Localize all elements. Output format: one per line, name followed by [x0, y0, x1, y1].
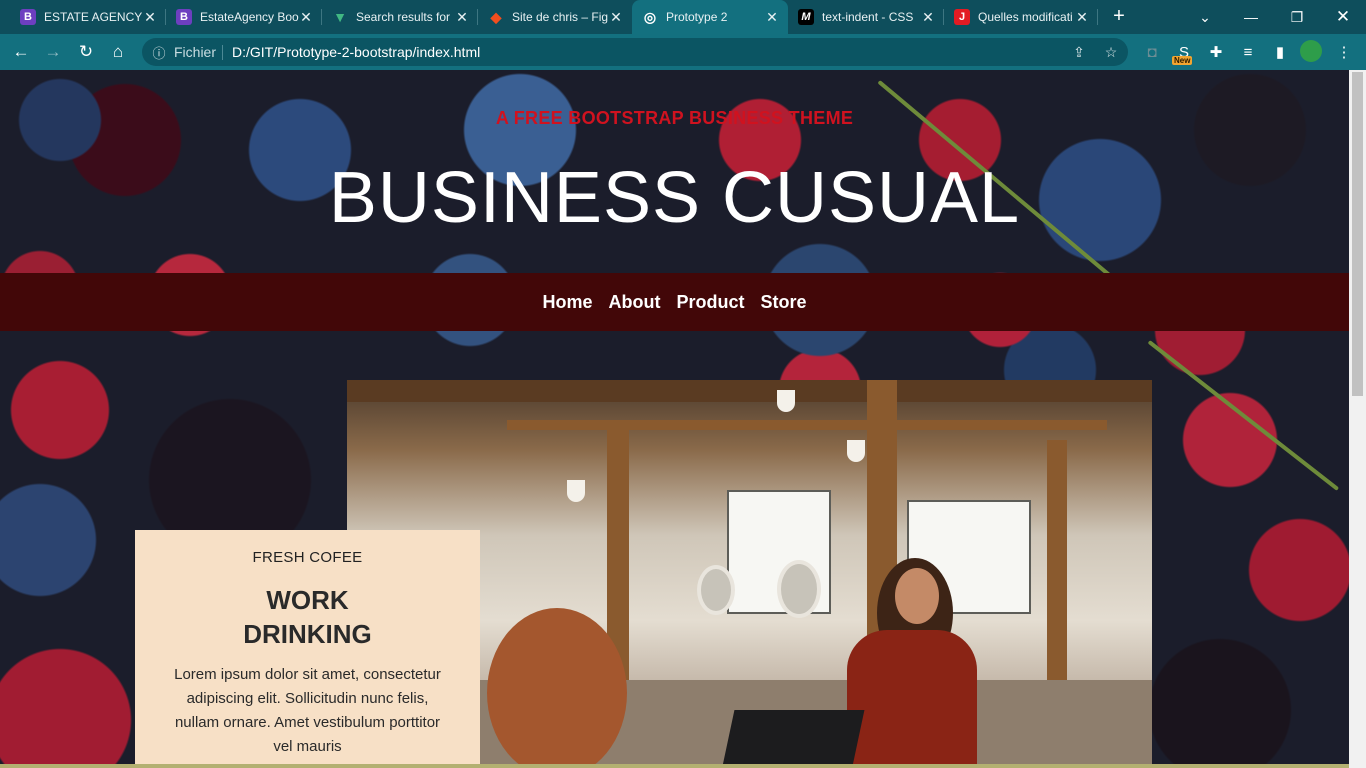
scrollbar-thumb[interactable] [1352, 72, 1363, 396]
side-panel-icon[interactable]: ▮ [1268, 40, 1292, 64]
tab-estateagency-boo[interactable]: B EstateAgency Boo ✕ [166, 0, 322, 34]
address-divider [222, 45, 223, 60]
browser-toolbar: ← → ↻ ⌂ ⓘ Fichier D:/GIT/Prototype-2-boo… [0, 34, 1366, 70]
close-tab-icon[interactable]: ✕ [920, 9, 936, 25]
card-heading: WORK DRINKING [243, 585, 372, 649]
extensions-puzzle-icon[interactable]: ✚ [1204, 40, 1228, 64]
share-icon[interactable]: ⇪ [1070, 43, 1088, 61]
tab-title: text-indent - CSS [822, 10, 914, 24]
close-tab-icon[interactable]: ✕ [764, 9, 780, 25]
bookmark-star-icon[interactable]: ☆ [1102, 43, 1120, 61]
pendant-lamp [777, 390, 795, 412]
intro-card: FRESH COFEE WORK DRINKING Lorem ipsum do… [135, 530, 480, 768]
tab-search-chevron-icon[interactable]: ⌄ [1182, 0, 1228, 34]
address-bar[interactable]: ⓘ Fichier D:/GIT/Prototype-2-bootstrap/i… [142, 38, 1128, 66]
restore-icon[interactable]: ❐ [1274, 0, 1320, 34]
tab-quelles-modifications[interactable]: J Quelles modificati ✕ [944, 0, 1098, 34]
close-tab-icon[interactable]: ✕ [142, 9, 158, 25]
nav-store-link[interactable]: Store [761, 292, 807, 313]
back-arrow-icon[interactable]: ← [9, 40, 33, 64]
nav-about-link[interactable]: About [609, 292, 661, 313]
salon-mirror [697, 565, 735, 615]
tab-prototype-2[interactable]: ◎ Prototype 2 ✕ [632, 0, 788, 34]
bottom-edge [0, 764, 1349, 768]
card-body-text: Lorem ipsum dolor sit amet, consectetur … [174, 666, 441, 755]
tab-title: Search results for [356, 10, 451, 24]
tab-title: EstateAgency Boo [200, 10, 299, 24]
tab-text-indent[interactable]: M text-indent - CSS ✕ [788, 0, 944, 34]
site-brand-title: BUSINESS CUSUAL [328, 158, 1021, 238]
nav-home-link[interactable]: Home [542, 292, 592, 313]
tab-estate-agency[interactable]: B ESTATE AGENCY ✕ [10, 0, 166, 34]
vine-decoration [1147, 340, 1340, 491]
close-tab-icon[interactable]: ✕ [454, 9, 470, 25]
salon-mirror [777, 560, 821, 618]
profile-avatar[interactable] [1300, 40, 1322, 62]
forward-arrow-icon[interactable]: → [41, 40, 65, 64]
new-tab-icon[interactable]: + [1108, 5, 1130, 27]
home-icon[interactable]: ⌂ [106, 40, 130, 64]
woman-red-sweater [847, 630, 977, 768]
site-subtitle: A FREE BOOTSTRAP BUSINESS THEME [495, 108, 854, 128]
tab-search-results[interactable]: ▼ Search results for ✕ [322, 0, 478, 34]
minimize-icon[interactable]: — [1228, 0, 1274, 34]
tab-title: Quelles modificati [978, 10, 1073, 24]
reading-list-icon[interactable]: ≡ [1236, 40, 1260, 64]
site-info-icon[interactable]: ⓘ [150, 43, 168, 61]
laptop [719, 710, 865, 768]
mdn-favicon-icon: M [798, 9, 814, 25]
ceiling [347, 380, 1152, 402]
close-tab-icon[interactable]: ✕ [1074, 9, 1090, 25]
wood-beam [507, 420, 1107, 430]
url-text[interactable]: D:/GIT/Prototype-2-bootstrap/index.html [232, 44, 480, 60]
tab-figma[interactable]: ◆ Site de chris – Fig ✕ [478, 0, 632, 34]
bootstrap-favicon-icon: B [20, 9, 36, 25]
new-badge: New [1172, 56, 1193, 65]
nav-product-link[interactable]: Product [676, 292, 744, 313]
extension-robot-icon[interactable]: ◘ [1140, 40, 1164, 64]
page-scrollbar[interactable] [1349, 70, 1366, 768]
customer-hair [487, 608, 627, 768]
figma-favicon-icon: ◆ [490, 8, 502, 25]
tab-title: Prototype 2 [666, 10, 728, 24]
bootstrap-favicon-icon: B [176, 9, 192, 25]
pendant-lamp [847, 440, 865, 462]
tab-strip: B ESTATE AGENCY ✕ B EstateAgency Boo ✕ ▼… [0, 0, 1366, 34]
tab-separator [1097, 9, 1098, 25]
tab-title: Site de chris – Fig [512, 10, 609, 24]
file-scheme-label: Fichier [174, 44, 217, 60]
menu-kebab-icon[interactable]: ⋮ [1332, 40, 1356, 64]
close-window-icon[interactable]: ✕ [1320, 0, 1366, 34]
globe-favicon-icon: ◎ [643, 8, 657, 25]
jeuxvideo-favicon-icon: J [954, 9, 970, 25]
pendant-lamp [567, 480, 585, 502]
main-navigation: Home About Product Store [0, 273, 1349, 331]
tab-title: ESTATE AGENCY [44, 10, 143, 24]
woman-face [895, 568, 939, 624]
reload-icon[interactable]: ↻ [74, 40, 98, 64]
page-viewport: A FREE BOOTSTRAP BUSINESS THEME BUSINESS… [0, 70, 1349, 768]
close-tab-icon[interactable]: ✕ [608, 9, 624, 25]
card-kicker: FRESH COFEE [252, 549, 363, 566]
close-tab-icon[interactable]: ✕ [298, 9, 314, 25]
wood-pillar [1047, 440, 1067, 700]
vue-favicon-icon: ▼ [333, 9, 347, 25]
